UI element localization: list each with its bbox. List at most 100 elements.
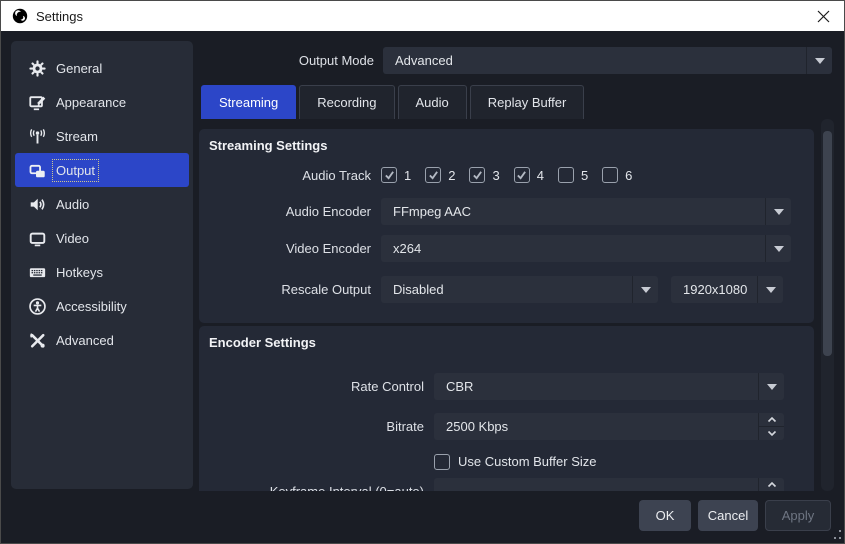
video-encoder-select[interactable]: x264 bbox=[381, 235, 791, 262]
ok-button[interactable]: OK bbox=[639, 500, 691, 531]
audio-track-3-checkbox[interactable] bbox=[469, 167, 485, 183]
keyframe-interval-row: Keyframe Interval (0=auto) bbox=[209, 478, 801, 491]
antenna-icon bbox=[29, 128, 46, 145]
rate-control-row: Rate Control CBR bbox=[209, 373, 801, 400]
encoder-settings-group: Encoder Settings Rate Control CBR Bitrat… bbox=[199, 326, 814, 491]
use-custom-buffer-checkbox[interactable] bbox=[434, 454, 450, 470]
sidebar-item-label: Appearance bbox=[56, 95, 126, 110]
audio-encoder-label: Audio Encoder bbox=[209, 204, 381, 219]
settings-scroll-area: Streaming Settings Audio Track 1 2 3 4 5… bbox=[199, 119, 816, 491]
window-title: Settings bbox=[36, 9, 83, 24]
sidebar-item-appearance[interactable]: Appearance bbox=[15, 85, 189, 119]
audio-encoder-select[interactable]: FFmpeg AAC bbox=[381, 198, 791, 225]
sidebar-item-accessibility[interactable]: Accessibility bbox=[15, 289, 189, 323]
tab-audio[interactable]: Audio bbox=[398, 85, 467, 119]
spin-up-button[interactable] bbox=[759, 478, 784, 491]
sidebar-item-label: Video bbox=[56, 231, 89, 246]
chevron-down-icon bbox=[765, 235, 791, 262]
use-custom-buffer-label: Use Custom Buffer Size bbox=[458, 454, 596, 469]
audio-track-row: Audio Track 1 2 3 4 5 6 bbox=[209, 166, 801, 184]
sidebar-item-general[interactable]: General bbox=[15, 51, 189, 85]
check-icon bbox=[516, 170, 527, 180]
chevron-down-icon bbox=[765, 198, 791, 225]
chevron-up-icon bbox=[767, 481, 777, 488]
bitrate-row: Bitrate 2500 Kbps bbox=[209, 413, 801, 440]
sidebar-item-advanced[interactable]: Advanced bbox=[15, 323, 189, 357]
sidebar-item-output[interactable]: Output bbox=[15, 153, 189, 187]
accessibility-icon bbox=[29, 298, 46, 315]
close-button[interactable] bbox=[810, 1, 836, 31]
audio-track-checkboxes: 1 2 3 4 5 6 bbox=[381, 167, 646, 183]
chevron-down-icon bbox=[758, 373, 784, 400]
sidebar-item-label: General bbox=[56, 61, 102, 76]
spin-down-button[interactable] bbox=[759, 427, 784, 440]
sidebar-item-label: Advanced bbox=[56, 333, 114, 348]
sidebar-item-audio[interactable]: Audio bbox=[15, 187, 189, 221]
sidebar-item-label: Accessibility bbox=[56, 299, 127, 314]
tools-icon bbox=[29, 332, 46, 349]
settings-sidebar: General Appearance bbox=[11, 41, 193, 489]
rescale-output-row: Rescale Output Disabled 1920x1080 bbox=[209, 276, 801, 303]
output-screens-icon bbox=[29, 162, 46, 179]
sidebar-item-label: Audio bbox=[56, 197, 89, 212]
chevron-up-icon bbox=[767, 416, 777, 423]
sidebar-item-video[interactable]: Video bbox=[15, 221, 189, 255]
tab-streaming[interactable]: Streaming bbox=[201, 85, 296, 119]
cancel-button[interactable]: Cancel bbox=[698, 500, 758, 531]
display-icon bbox=[29, 230, 46, 247]
audio-track-5-checkbox[interactable] bbox=[558, 167, 574, 183]
tab-replay-buffer[interactable]: Replay Buffer bbox=[470, 85, 585, 119]
output-tabs: Streaming Recording Audio Replay Buffer bbox=[201, 85, 584, 119]
dialog-footer: OK Cancel Apply bbox=[1, 500, 831, 531]
rate-control-label: Rate Control bbox=[209, 379, 434, 394]
audio-encoder-row: Audio Encoder FFmpeg AAC bbox=[209, 198, 801, 225]
gear-icon bbox=[29, 60, 46, 77]
audio-track-6-checkbox[interactable] bbox=[602, 167, 618, 183]
vertical-scrollbar[interactable] bbox=[821, 119, 834, 491]
chevron-down-icon bbox=[757, 276, 783, 303]
keyboard-icon bbox=[29, 264, 46, 281]
output-mode-select[interactable]: Advanced bbox=[383, 47, 832, 74]
sidebar-item-label: Output bbox=[56, 163, 95, 178]
rescale-output-select[interactable]: Disabled bbox=[381, 276, 658, 303]
spin-up-button[interactable] bbox=[759, 413, 784, 427]
video-encoder-label: Video Encoder bbox=[209, 241, 381, 256]
audio-track-4-checkbox[interactable] bbox=[514, 167, 530, 183]
check-icon bbox=[428, 170, 439, 180]
streaming-settings-group: Streaming Settings Audio Track 1 2 3 4 5… bbox=[199, 129, 814, 323]
audio-track-2-checkbox[interactable] bbox=[425, 167, 441, 183]
appearance-icon bbox=[29, 94, 46, 111]
titlebar: Settings bbox=[1, 1, 844, 31]
keyframe-interval-stepper[interactable] bbox=[434, 478, 784, 491]
streaming-settings-title: Streaming Settings bbox=[209, 138, 327, 153]
custom-buffer-row: Use Custom Buffer Size bbox=[209, 453, 801, 470]
sidebar-item-label: Hotkeys bbox=[56, 265, 103, 280]
rescale-output-label: Rescale Output bbox=[209, 282, 381, 297]
bitrate-label: Bitrate bbox=[209, 419, 434, 434]
resize-grip[interactable] bbox=[831, 530, 841, 540]
keyframe-interval-label: Keyframe Interval (0=auto) bbox=[209, 484, 434, 491]
output-mode-row: Output Mode Advanced bbox=[201, 47, 832, 74]
settings-window: Settings bbox=[0, 0, 845, 544]
obs-logo-icon bbox=[12, 8, 28, 24]
chevron-down-icon bbox=[632, 276, 658, 303]
rescale-resolution-select[interactable]: 1920x1080 bbox=[671, 276, 783, 303]
scrollbar-thumb[interactable] bbox=[823, 131, 832, 356]
sidebar-item-hotkeys[interactable]: Hotkeys bbox=[15, 255, 189, 289]
tab-recording[interactable]: Recording bbox=[299, 85, 394, 119]
encoder-settings-title: Encoder Settings bbox=[209, 335, 316, 350]
rate-control-select[interactable]: CBR bbox=[434, 373, 784, 400]
apply-button[interactable]: Apply bbox=[765, 500, 831, 531]
sidebar-item-stream[interactable]: Stream bbox=[15, 119, 189, 153]
check-icon bbox=[472, 170, 483, 180]
video-encoder-row: Video Encoder x264 bbox=[209, 235, 801, 262]
bitrate-stepper[interactable]: 2500 Kbps bbox=[434, 413, 784, 440]
chevron-down-icon bbox=[806, 47, 832, 74]
audio-track-label: Audio Track bbox=[209, 168, 381, 183]
output-mode-label: Output Mode bbox=[201, 53, 383, 68]
sidebar-item-label: Stream bbox=[56, 129, 98, 144]
check-icon bbox=[384, 170, 395, 180]
close-icon bbox=[817, 10, 830, 23]
audio-track-1-checkbox[interactable] bbox=[381, 167, 397, 183]
chevron-down-icon bbox=[767, 430, 777, 437]
